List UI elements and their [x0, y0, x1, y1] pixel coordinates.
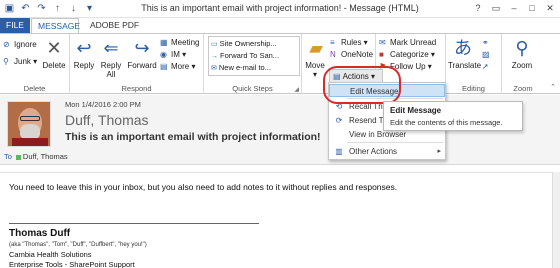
im-icon: ◉ [160, 50, 167, 59]
help-button[interactable]: ? [470, 1, 486, 16]
editing-group: あ Translate ⚭ ▨ ➚ Editing [446, 34, 502, 94]
move-button[interactable]: ▰ Move ▾ [304, 36, 326, 79]
delete-group-label: Delete [23, 84, 46, 93]
body-text: You need to leave this in your inbox, bu… [9, 182, 398, 192]
onenote-button[interactable]: N OneNote [330, 49, 373, 60]
signature-dept: Enterprise Tools - SharePoint Support [9, 260, 135, 268]
meeting-icon: ▦ [160, 38, 168, 47]
edit-message-tooltip: Edit Message Edit the contents of this m… [383, 101, 523, 131]
signature-name: Thomas Duff [9, 228, 71, 239]
mark-unread-icon: ✉ [379, 38, 386, 47]
forward-icon: → [211, 53, 218, 60]
title-bar: ▣ ↶ ↷ ↑ ↓ ▾ This is an important email w… [0, 0, 560, 18]
dialog-launcher-icon[interactable]: ◢ [294, 86, 299, 93]
to-label: To [4, 152, 12, 161]
signature-aka: (aka "Thomas", "Tom", "Duff", "Duffbert"… [9, 242, 147, 248]
reply-button[interactable]: ↩ Reply [72, 36, 96, 70]
collapse-ribbon-icon[interactable]: ⌃ [550, 83, 556, 91]
categorize-icon: ■ [379, 50, 384, 59]
junk-icon: ⚲ [3, 57, 9, 66]
highlight-circle [323, 66, 401, 104]
zoom-button[interactable]: ⚲ Zoom [506, 36, 538, 70]
respond-group: ↩ Reply ⇐ Reply All ↪ Forward ▦ Meeting ◉… [70, 34, 204, 94]
quick-steps-group: ▭ Site Ownership... → Forward To San... ✉ N… [204, 34, 302, 94]
ignore-icon: ⊘ [3, 40, 10, 49]
avatar [7, 101, 51, 147]
message-subject: This is an important email with project … [65, 131, 321, 143]
quick-step-item[interactable]: ▭ Site Ownership... [211, 38, 297, 49]
rules-button[interactable]: ≡ Rules ▾ [330, 37, 368, 48]
quick-steps-label: Quick Steps [232, 84, 273, 93]
menu-item-other-actions[interactable]: ▥ Other Actions ▸ [329, 145, 445, 158]
tooltip-title: Edit Message [390, 106, 442, 115]
categorize-button[interactable]: ■ Categorize ▾ [379, 49, 435, 60]
presence-icon [15, 154, 21, 160]
quick-step-item[interactable]: → Forward To San... [211, 50, 297, 61]
tooltip-description: Edit the contents of this message. [390, 118, 503, 127]
translate-button[interactable]: あ Translate [448, 36, 481, 70]
find-button[interactable]: ⚭ [482, 37, 493, 48]
tab-adobe-pdf[interactable]: ADOBE PDF [84, 18, 145, 33]
meeting-button[interactable]: ▦ Meeting [160, 37, 199, 48]
ribbon-tabs: FILE MESSAGE ADOBE PDF [0, 18, 560, 33]
respond-group-label: Respond [121, 84, 152, 93]
tab-message[interactable]: MESSAGE [31, 18, 80, 33]
close-button[interactable]: ✕ [542, 1, 558, 16]
tab-file[interactable]: FILE [0, 18, 30, 33]
ribbon-display-icon[interactable]: ▭ [488, 1, 504, 16]
binoculars-icon: ⚭ [482, 38, 489, 47]
more-button[interactable]: ▤ More ▾ [160, 61, 195, 72]
mark-unread-button[interactable]: ✉ Mark Unread [379, 37, 436, 48]
related-icon: ▨ [482, 50, 490, 59]
junk-button[interactable]: ⚲ Junk ▾ [3, 56, 37, 67]
onenote-icon: N [330, 50, 336, 59]
ignore-button[interactable]: ⊘ Ignore [3, 39, 37, 50]
signature-divider [9, 223, 259, 224]
recipient-name[interactable]: Duff, Thomas [23, 152, 68, 161]
delete-group: ⊘ Ignore ⚲ Junk ▾ ✕ Delete Delete [0, 34, 70, 94]
forward-icon: ↪ [134, 38, 150, 58]
translate-icon: あ [454, 38, 472, 58]
rules-icon: ≡ [330, 38, 335, 47]
move-folder-icon: ▰ [309, 38, 323, 58]
quick-step-icon: ▭ [211, 41, 218, 48]
to-row: To Duff, Thomas [4, 152, 68, 161]
menu-separator [347, 142, 443, 143]
zoom-group: ⚲ Zoom Zoom [502, 34, 544, 94]
ribbon: ⊘ Ignore ⚲ Junk ▾ ✕ Delete Delete ↩ Reply … [0, 33, 560, 94]
sender-name[interactable]: Duff, Thomas [65, 112, 149, 128]
zoom-group-label: Zoom [513, 84, 533, 93]
related-button[interactable]: ▨ [482, 49, 493, 60]
submenu-arrow-icon: ▸ [437, 148, 441, 155]
reply-all-icon: ⇐ [103, 38, 119, 58]
editing-group-label: Editing [462, 84, 485, 93]
new-email-icon: ✉ [211, 65, 217, 72]
magnifier-icon: ⚲ [515, 38, 529, 58]
delete-icon: ✕ [46, 38, 62, 58]
sent-date: Mon 1/4/2016 2:00 PM [65, 100, 141, 109]
quick-steps-gallery: ▭ Site Ownership... → Forward To San... ✉ N… [208, 36, 300, 76]
cursor-icon: ➚ [482, 62, 489, 71]
vertical-scrollbar[interactable] [552, 172, 560, 268]
other-actions-icon: ▥ [335, 147, 343, 156]
reply-icon: ↩ [76, 38, 92, 58]
window-controls: ? ▭ – □ ✕ [470, 1, 558, 16]
select-button[interactable]: ➚ [482, 61, 493, 72]
more-icon: ▤ [160, 62, 168, 71]
quick-step-item[interactable]: ✉ New e-mail to... [211, 62, 297, 73]
im-button[interactable]: ◉ IM ▾ [160, 49, 186, 60]
resend-icon: ⟳ [335, 116, 343, 125]
minimize-button[interactable]: – [506, 1, 522, 16]
forward-button[interactable]: ↪ Forward [126, 36, 158, 70]
delete-button[interactable]: ✕ Delete [40, 36, 68, 70]
message-body[interactable]: You need to leave this in your inbox, bu… [0, 172, 560, 268]
signature-org: Cambia Health Solutions [9, 250, 92, 259]
reply-all-button[interactable]: ⇐ Reply All [98, 36, 124, 79]
maximize-button[interactable]: □ [524, 1, 540, 16]
